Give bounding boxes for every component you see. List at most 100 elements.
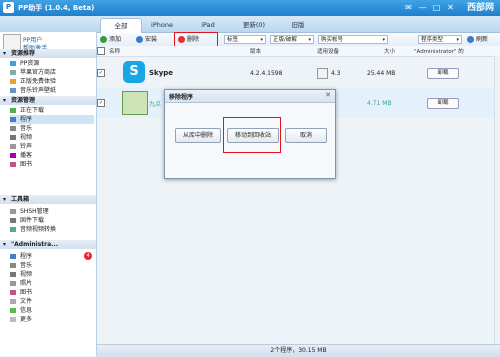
table-row[interactable]: ✓ S Skype 4.2.4.1598 4.3 25.44 MB 卸载 [97,58,500,88]
video-icon [10,135,16,140]
title-bar: P PP助手 (1.0.4, Beta) 西部网 ✉ — □ ✕ [0,0,500,16]
firmware-icon [10,218,16,223]
sidebar-item-ringtones-wallpapers[interactable]: 音乐铃声壁纸 [10,86,94,95]
tab-old-versions[interactable]: 旧版 [278,18,318,32]
section-toolbox[interactable]: ▾ 工具箱 [0,195,96,204]
collapse-icon: ▾ [3,196,7,203]
chevron-down-icon: ▾ [308,37,311,43]
tab-ipad[interactable]: iPad [188,18,228,32]
account-select[interactable]: 购买帐号 ▾ [318,35,388,44]
sidebar-item-device-music[interactable]: 音乐 [10,261,94,270]
photo-icon [10,281,16,286]
sidebar-item-downloading[interactable]: 正在下载 [10,106,94,115]
sidebar-item-device-books[interactable]: 图书 [10,288,94,297]
collapse-icon: ▾ [3,241,7,248]
chevron-down-icon: ▾ [260,37,263,43]
tab-iphone[interactable]: iPhone [142,18,182,32]
collapse-icon: ▾ [3,97,7,104]
podcast-icon [10,153,16,158]
recycle-highlight [223,117,281,153]
type-select[interactable]: 程序类型 ▾ [418,35,462,44]
sidebar-item-podcasts[interactable]: 播客 [10,151,94,160]
minimize-button[interactable]: — [416,2,429,13]
file-icon [10,299,16,304]
message-icon [10,308,16,313]
app-name: Skype [149,69,174,77]
sidebar-item-device-photos[interactable]: 照片 [10,279,94,288]
remove-from-library-button[interactable]: 从库中删除 [175,128,221,143]
install-button[interactable]: 安装 [136,35,157,44]
version-filter-select[interactable]: 正版/破解 ▾ [270,35,314,44]
refresh-button[interactable]: 刷新 [467,35,488,44]
sidebar-item-device-messages[interactable]: 信息 [10,306,94,315]
sidebar: PP用户 帮助激活 ▾资源推荐 PP资源 苹果官方商店 正版免费体验 音乐铃声壁… [0,32,97,356]
cancel-button[interactable]: 取消 [285,128,327,143]
download-icon [10,108,16,113]
scrollbar[interactable] [494,56,500,344]
app-count-badge: 4 [84,252,92,260]
toolbar: 添加 安装 删除 标签 ▾ 正版/破解 ▾ 购买帐号 ▾ 程序类型 ▾ 刷新 [97,33,500,47]
sidebar-item-converter[interactable]: 音频视频转换 [10,225,94,234]
maximize-button[interactable]: □ [430,2,443,13]
delete-highlight [174,32,218,47]
app-size: 4.71 MB [367,100,392,107]
bell-icon [10,144,16,149]
header-device[interactable]: 适用设备 [317,47,339,55]
sidebar-item-firmware[interactable]: 固件下载 [10,216,94,225]
add-button[interactable]: 添加 [100,35,121,44]
sidebar-item-shsh[interactable]: SHSH管理 [10,207,94,216]
apps-icon [10,117,16,122]
header-size[interactable]: 大小 [384,47,395,55]
app-rating: 4.3 [331,70,341,77]
uninstall-button[interactable]: 卸载 [427,98,459,109]
row-checkbox[interactable]: ✓ [97,69,105,77]
install-icon [136,36,143,43]
sidebar-item-books[interactable]: 图书 [10,160,94,169]
sidebar-item-device-more[interactable]: 更多 [10,315,94,324]
watermark: 西部网 [466,3,494,13]
uninstall-button[interactable]: 卸载 [427,68,459,79]
row-checkbox[interactable]: ✓ [97,99,105,107]
sidebar-item-music[interactable]: 音乐 [10,124,94,133]
select-all-checkbox[interactable] [97,47,105,55]
store-icon [10,70,16,75]
sidebar-item-apple-store[interactable]: 苹果官方商店 [10,68,94,77]
book-icon [10,290,16,295]
music-icon [10,126,16,131]
close-button[interactable]: ✕ [444,2,457,13]
table-header: 名称 版本 适用设备 大小 "Administrator" 的 [97,46,500,57]
music-icon [10,263,16,268]
close-icon[interactable]: ✕ [325,91,331,99]
header-version[interactable]: 版本 [250,47,261,55]
sidebar-item-device-video[interactable]: 视频 [10,270,94,279]
tags-select[interactable]: 标签 ▾ [224,35,266,44]
app-icon [122,91,148,115]
header-name[interactable]: 名称 [109,47,120,55]
sidebar-item-apps[interactable]: 程序 [10,115,94,124]
section-recommend[interactable]: ▾ 资源推荐 [0,49,96,58]
section-resource-manage[interactable]: ▾ 资源管理 [0,96,96,105]
tab-updates[interactable]: 更新(0) [234,18,274,32]
sidebar-item-video[interactable]: 视频 [10,133,94,142]
sidebar-item-pp-resources[interactable]: PP资源 [10,59,94,68]
tab-all[interactable]: 全部 [100,18,142,33]
more-icon [10,317,16,322]
shsh-icon [10,209,16,214]
section-device[interactable]: ▾ "Administra... [0,240,96,249]
book-icon [10,162,16,167]
refresh-icon [467,36,474,43]
app-version: 4.2.4.1598 [250,70,283,77]
pp-icon [10,61,16,66]
device-icon [317,68,328,79]
window-title: PP助手 (1.0.4, Beta) [18,4,95,12]
sidebar-item-device-apps[interactable]: 程序 4 [10,252,94,261]
sidebar-item-free-trial[interactable]: 正版免费体验 [10,77,94,86]
sidebar-item-device-files[interactable]: 文件 [10,297,94,306]
gift-icon [10,79,16,84]
chevron-down-icon: ▾ [456,37,459,43]
skype-app-icon: S [123,61,145,83]
mail-icon[interactable]: ✉ [402,2,415,13]
remove-app-dialog: 移除程序 ✕ 从库中删除 移动到回收站 取消 [164,89,336,179]
header-location[interactable]: "Administrator" 的 [414,47,464,55]
sidebar-item-ringtones[interactable]: 铃声 [10,142,94,151]
